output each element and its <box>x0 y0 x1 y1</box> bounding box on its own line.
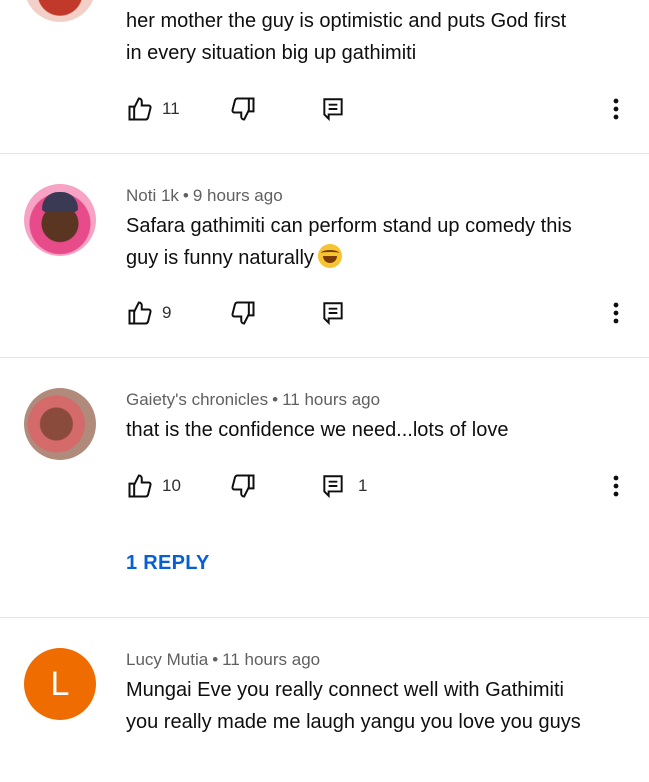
avatar[interactable] <box>24 388 96 460</box>
comment-actions: 11 <box>126 95 626 123</box>
thumbs-down-icon <box>231 474 255 498</box>
thumbs-down-icon <box>231 97 255 121</box>
reply-button[interactable] <box>320 95 346 123</box>
comment-text-line: Mungai Eve you really connect well with … <box>126 679 564 701</box>
more-vertical-icon <box>613 302 619 324</box>
thumbs-up-icon <box>128 97 152 121</box>
comment-actions: 10 1 <box>126 472 626 500</box>
comment-text: that is the confidence we need...lots of… <box>126 414 626 446</box>
like-button[interactable]: 9 <box>126 299 171 327</box>
reply-count: 1 <box>358 476 368 495</box>
divider <box>0 617 649 618</box>
comment-meta: Lucy Mutia • 11 hours ago <box>126 650 320 670</box>
timestamp: 9 hours ago <box>192 186 283 205</box>
divider <box>0 357 649 358</box>
comment-text-line: you really made me laugh yangu you love … <box>126 711 581 733</box>
timestamp: 11 hours ago <box>222 650 321 669</box>
avatar[interactable]: L <box>24 648 96 720</box>
more-options-button[interactable] <box>606 95 626 123</box>
comment-meta: Gaiety's chronicles • 11 hours ago <box>126 390 380 410</box>
avatar-hat <box>42 192 78 212</box>
more-vertical-icon <box>613 475 619 497</box>
separator: • <box>272 390 279 409</box>
reply-button[interactable]: 1 <box>320 472 367 500</box>
more-vertical-icon <box>613 98 619 120</box>
comment-meta: Noti 1k • 9 hours ago <box>126 186 283 206</box>
author-name[interactable]: Gaiety's chronicles <box>126 390 268 409</box>
timestamp: 11 hours ago <box>282 390 381 409</box>
dislike-button[interactable] <box>229 95 257 123</box>
comment-icon <box>323 475 343 499</box>
comment-text-line: Safara gathimiti can perform stand up co… <box>126 215 572 237</box>
separator: • <box>182 186 189 205</box>
author-name[interactable]: Lucy Mutia <box>126 650 208 669</box>
avatar-letter: L <box>50 664 70 703</box>
avatar[interactable] <box>24 0 96 22</box>
like-button[interactable]: 10 <box>126 472 181 500</box>
avatar[interactable] <box>24 184 96 256</box>
view-replies-link[interactable]: 1 REPLY <box>126 552 210 575</box>
comment-text-line: that is the confidence we need...lots of… <box>126 419 509 441</box>
comment-text-line: guy is funny naturally <box>126 242 626 274</box>
comment-icon <box>323 98 343 122</box>
more-options-button[interactable] <box>606 472 626 500</box>
comment-text-line: in every situation big up gathimiti <box>126 42 417 64</box>
comment-text: Mungai Eve you really connect well with … <box>126 674 626 738</box>
like-count: 9 <box>162 303 172 322</box>
comment-text: Safara gathimiti can perform stand up co… <box>126 210 626 274</box>
dislike-button[interactable] <box>229 299 257 327</box>
thumbs-down-icon <box>231 301 255 325</box>
dislike-button[interactable] <box>229 472 257 500</box>
more-options-button[interactable] <box>606 299 626 327</box>
like-button[interactable]: 11 <box>126 95 180 123</box>
reply-button[interactable] <box>320 299 346 327</box>
comment-text: her mother the guy is optimistic and put… <box>126 5 626 69</box>
like-count: 11 <box>162 99 180 118</box>
thumbs-up-icon <box>128 301 152 325</box>
comment-text-fragment: guy is funny naturally <box>126 247 314 269</box>
comment-actions: 9 <box>126 299 626 327</box>
comment-text-line: her mother the guy is optimistic and put… <box>126 10 567 32</box>
author-name[interactable]: Noti 1k <box>126 186 179 205</box>
laughing-emoji-icon <box>317 244 342 268</box>
like-count: 10 <box>162 476 181 495</box>
comment-icon <box>323 302 343 326</box>
thumbs-up-icon <box>128 474 152 498</box>
divider <box>0 153 649 154</box>
separator: • <box>212 650 219 669</box>
